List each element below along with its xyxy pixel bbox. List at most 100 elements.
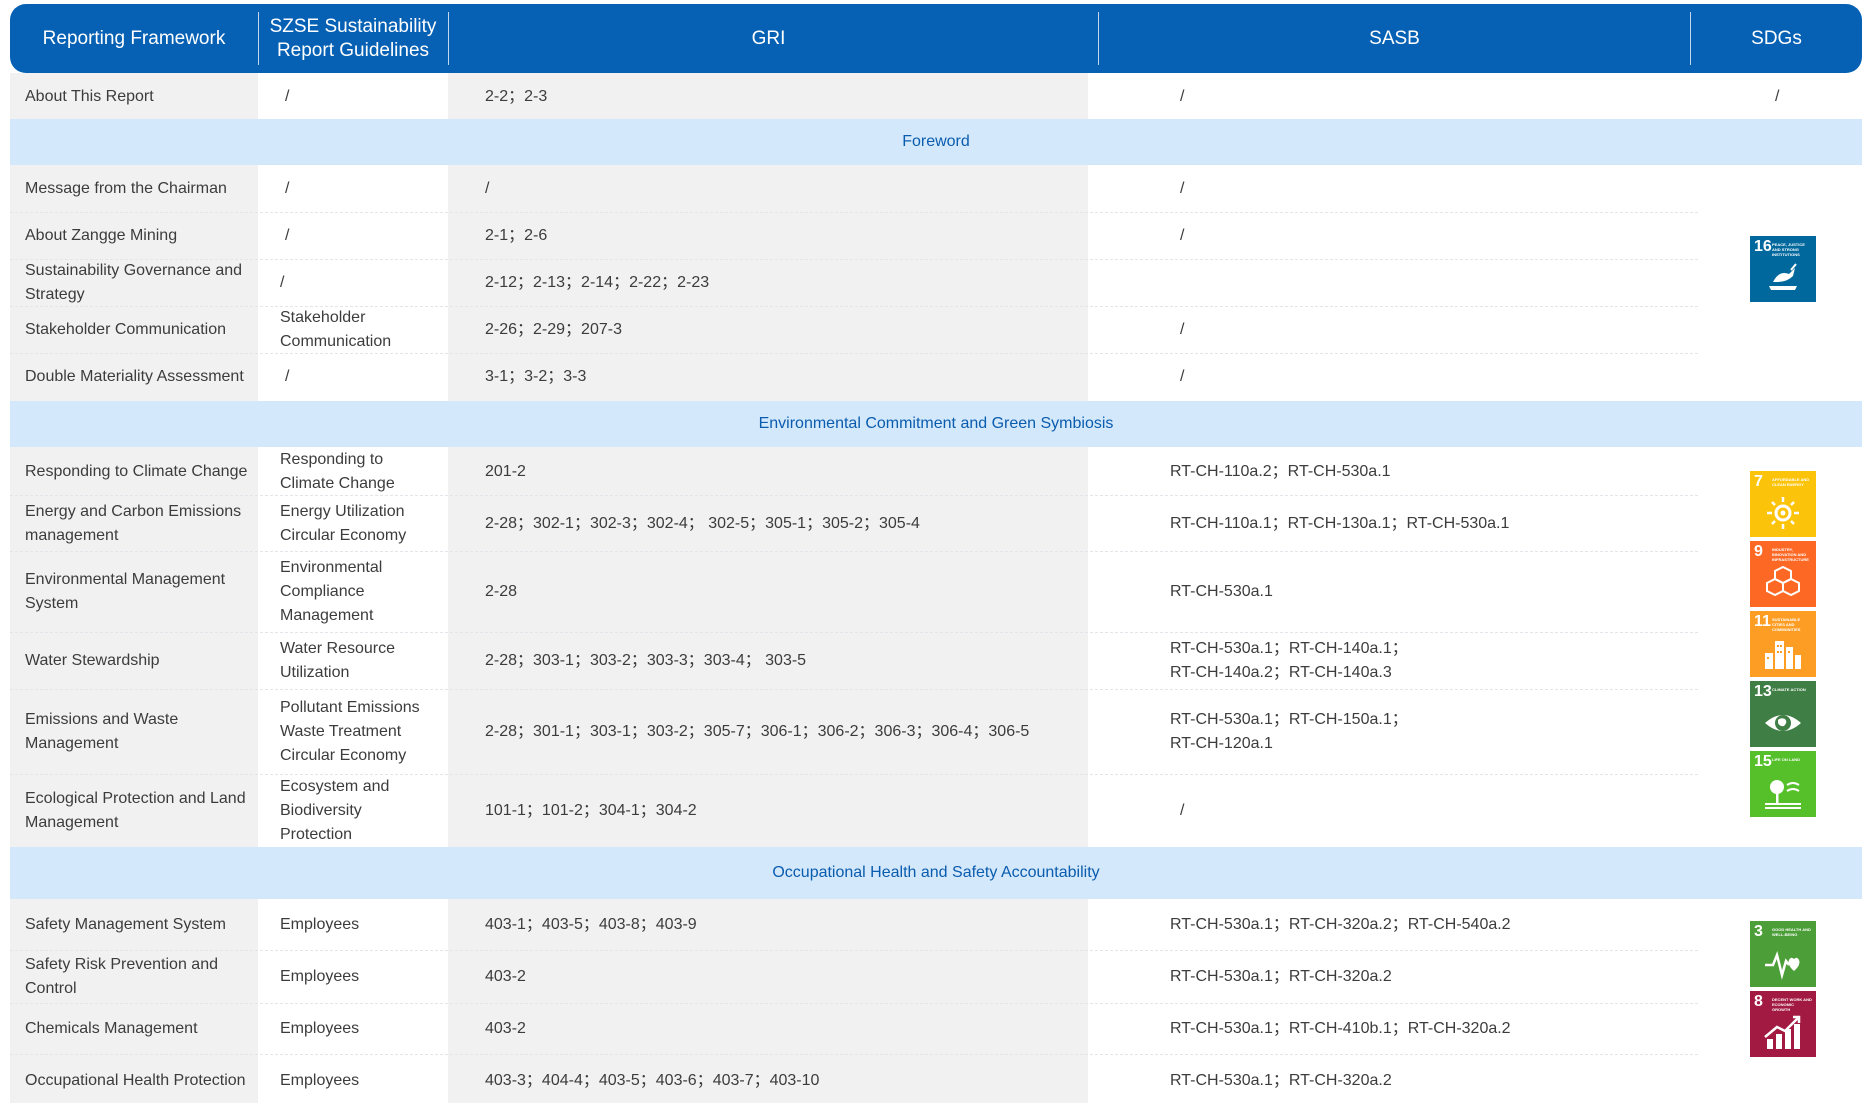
sdg-cell: /	[1775, 75, 1805, 119]
gri-cell: 2-28	[485, 583, 518, 600]
gri-cell: 2-28；301-1；303-1；303-2；305-7；306-1；306-2…	[485, 723, 1030, 740]
header-framework: Reporting Framework	[42, 27, 226, 49]
sdg3-icon: 3 GOOD HEALTH AND WELL-BEING	[1750, 921, 1816, 987]
framework-cell: Energy and Carbon Emissions management	[25, 502, 242, 544]
sasb-cell: RT-CH-530a.1；RT-CH-320a.2	[1170, 1072, 1392, 1089]
sdg-group-ohs: 3 GOOD HEALTH AND WELL-BEING 8 DECENT WO…	[1750, 921, 1816, 1061]
framework-cell: Stakeholder Communication	[25, 321, 226, 338]
table-row: Sustainability Governance and Strategy /…	[10, 260, 1698, 306]
framework-cell: Message from the Chairman	[25, 180, 227, 197]
table-row: Stakeholder Communication Stakeholder Co…	[10, 307, 1698, 353]
sasb-cell: RT-CH-530a.1；RT-CH-320a.2；RT-CH-540a.2	[1170, 916, 1511, 933]
szse-cell: Employees	[280, 1020, 360, 1037]
gri-cell: 2-28；302-1；302-3；302-4； 302-5；305-1；305-…	[485, 514, 920, 532]
growth-chart-icon	[1764, 1015, 1801, 1049]
tree-icon	[1765, 780, 1801, 809]
gri-cell: 403-1；403-5；403-8；403-9	[485, 916, 697, 933]
szse-cell: Environmental Compliance Management	[280, 559, 383, 624]
sasb-cell: /	[1180, 88, 1185, 105]
szse-cell: /	[280, 274, 285, 291]
szse-cell: Employees	[280, 968, 360, 985]
framework-cell: Occupational Health Protection	[25, 1072, 246, 1089]
header-sasb: SASB	[1369, 27, 1420, 49]
table-row: Chemicals Management Employees 403-2 RT-…	[10, 1004, 1698, 1054]
framework-cell: Double Materiality Assessment	[25, 368, 244, 385]
framework-cell: Chemicals Management	[25, 1020, 198, 1037]
szse-cell: Ecosystem and Biodiversity Protection	[280, 778, 390, 843]
sdg9-icon: 9 INDUSTRY, INNOVATION AND INFRASTRUCTUR…	[1750, 541, 1816, 607]
gri-index-page: Reporting Framework SZSE Sustainability …	[0, 0, 1864, 1103]
sdg15-icon: 15 LIFE ON LAND	[1750, 751, 1816, 817]
sasb-cell: RT-CH-530a.1；RT-CH-320a.2	[1170, 968, 1392, 985]
section-environment: Environmental Commitment and Green Symbi…	[10, 401, 1862, 447]
city-icon	[1765, 641, 1801, 669]
szse-cell: /	[285, 180, 290, 197]
szse-cell: /	[285, 368, 290, 385]
sasb-cell: /	[1180, 227, 1185, 244]
cubes-icon	[1766, 565, 1800, 597]
sdg-group-foreword: 16 PEACE, JUSTICE AND STRONG INSTITUTION…	[1750, 236, 1816, 306]
gri-cell: 2-12；2-13；2-14；2-22；2-23	[485, 274, 710, 291]
gri-cell: 403-2	[485, 1020, 526, 1037]
table-row: Emissions and Waste Management Pollutant…	[10, 690, 1698, 774]
framework-cell: About Zangge Mining	[25, 227, 178, 244]
framework-cell: Safety Risk Prevention and Control	[25, 956, 218, 997]
sasb-cell: RT-CH-530a.1；RT-CH-140a.1；RT-CH-140a.2；R…	[1170, 640, 1408, 681]
sdg11-icon: 11 SUSTAINABLE CITIES AND COMMUNITIES	[1750, 611, 1816, 677]
header-sdgs: SDGs	[1751, 27, 1802, 49]
sasb-cell: RT-CH-110a.2；RT-CH-530a.1	[1170, 462, 1391, 480]
sdg8-icon: 8 DECENT WORK AND ECONOMIC GROWTH	[1750, 991, 1816, 1057]
section-ohs: Occupational Health and Safety Accountab…	[10, 847, 1862, 899]
sasb-cell: RT-CH-110a.1；RT-CH-130a.1；RT-CH-530a.1	[1170, 514, 1510, 532]
gri-cell: 2-26；2-29；207-3	[485, 321, 622, 338]
sasb-cell: /	[1180, 321, 1185, 338]
framework-cell: About This Report	[25, 88, 154, 105]
table-row: Occupational Health Protection Employees…	[10, 1055, 1698, 1107]
gri-cell: 2-2；2-3	[485, 88, 548, 105]
szse-cell: /	[285, 88, 290, 105]
sasb-cell	[1180, 260, 1680, 306]
table-row: Double Materiality Assessment / 3-1；3-2；…	[10, 354, 1698, 400]
sun-icon	[1767, 497, 1799, 529]
sasb-cell: RT-CH-530a.1；RT-CH-410b.1；RT-CH-320a.2	[1170, 1020, 1511, 1037]
sasb-cell: /	[1180, 180, 1185, 197]
header-szse: SZSE Sustainability Report Guidelines	[269, 15, 437, 61]
gri-cell: /	[485, 180, 490, 197]
table-row: Environmental Management System Environm…	[10, 552, 1698, 632]
table-row: About Zangge Mining / 2-1；2-6 /	[10, 213, 1698, 259]
framework-cell: Safety Management System	[25, 916, 226, 933]
table-row: Energy and Carbon Emissions management E…	[10, 496, 1698, 551]
sdg16-icon: 16 PEACE, JUSTICE AND STRONG INSTITUTION…	[1750, 236, 1816, 302]
szse-cell: Pollutant Emissions Waste Treatment Circ…	[280, 699, 420, 764]
sdg-group-environment: 7 AFFORDABLE AND CLEAN ENERGY 9 INDUSTRY…	[1750, 471, 1816, 821]
gri-cell: 3-1；3-2；3-3	[485, 368, 587, 385]
szse-cell: Water Resource Utilization	[280, 640, 395, 681]
szse-cell: Energy Utilization Circular Economy	[280, 502, 407, 544]
table-row: Responding to Climate Change Responding …	[10, 448, 1698, 495]
framework-cell: Sustainability Governance and Strategy	[25, 262, 243, 303]
sasb-cell: /	[1180, 802, 1185, 819]
sdg-value: /	[1775, 88, 1780, 105]
eye-globe-icon	[1765, 715, 1801, 731]
gri-cell: 101-1；101-2；304-1；304-2	[485, 802, 697, 819]
szse-cell: Employees	[280, 916, 360, 933]
sdg13-icon: 13 CLIMATE ACTION	[1750, 681, 1816, 747]
szse-cell: Stakeholder Communication	[280, 309, 392, 350]
table-row: About This Report / 2-2；2-3 /	[10, 75, 1698, 119]
gri-cell: 2-28；303-1；303-2；303-3；303-4； 303-5	[485, 652, 807, 669]
framework-cell: Water Stewardship	[25, 652, 160, 669]
sasb-cell: /	[1180, 368, 1185, 385]
heartbeat-icon	[1765, 950, 1800, 980]
szse-cell: Responding to Climate Change	[280, 450, 395, 492]
sdg7-icon: 7 AFFORDABLE AND CLEAN ENERGY	[1750, 471, 1816, 537]
table-row: Ecological Protection and Land Managemen…	[10, 775, 1698, 847]
framework-cell: Environmental Management System	[25, 571, 226, 612]
table-row: Water Stewardship Water Resource Utiliza…	[10, 633, 1698, 689]
gri-cell: 403-2	[485, 968, 526, 985]
sasb-cell: RT-CH-530a.1；RT-CH-150a.1；RT-CH-120a.1	[1170, 711, 1408, 752]
framework-cell: Emissions and Waste Management	[25, 711, 179, 752]
gri-cell: 201-2	[485, 462, 526, 480]
gri-cell: 403-3；404-4；403-5；403-6；403-7；403-10	[485, 1072, 820, 1089]
table-row: Safety Management System Employees 403-1…	[10, 900, 1698, 950]
table-row: Message from the Chairman / / /	[10, 166, 1698, 212]
